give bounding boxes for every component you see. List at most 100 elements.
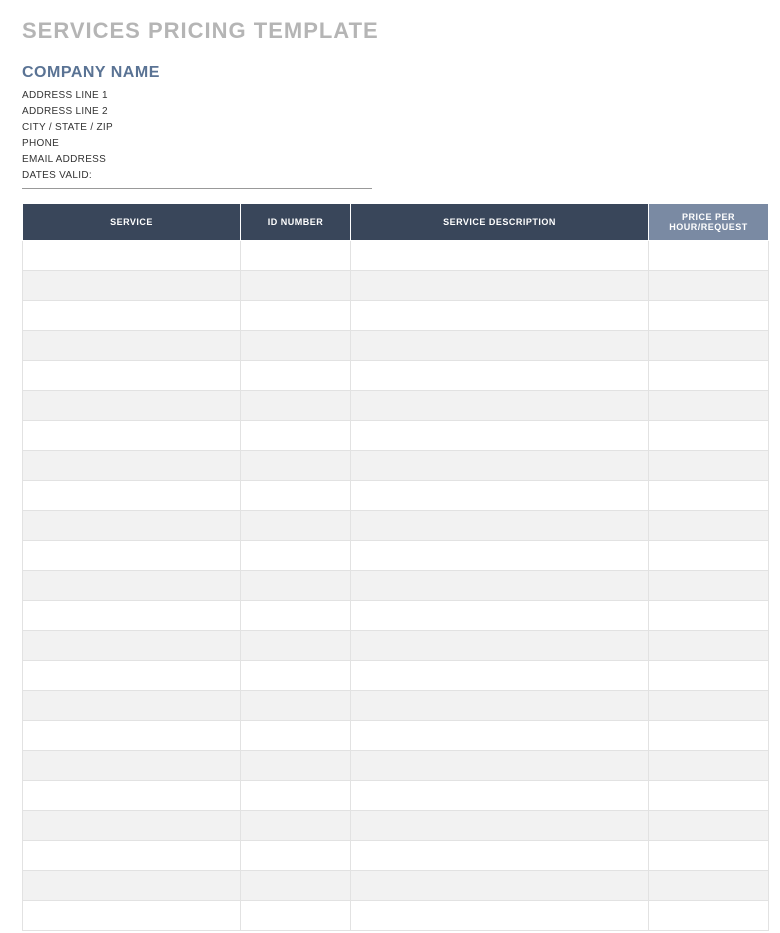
- cell-service: [23, 691, 241, 721]
- cell-price: [649, 781, 769, 811]
- cell-id_number: [241, 811, 351, 841]
- cell-price: [649, 511, 769, 541]
- cell-service: [23, 571, 241, 601]
- table-row: [23, 511, 769, 541]
- cell-id_number: [241, 541, 351, 571]
- table-row: [23, 301, 769, 331]
- cell-price: [649, 691, 769, 721]
- cell-id_number: [241, 271, 351, 301]
- page-title: SERVICES PRICING TEMPLATE: [22, 18, 770, 44]
- cell-price: [649, 241, 769, 271]
- cell-price: [649, 451, 769, 481]
- cell-id_number: [241, 871, 351, 901]
- cell-description: [351, 541, 649, 571]
- cell-service: [23, 301, 241, 331]
- table-row: [23, 871, 769, 901]
- pricing-table: SERVICE ID NUMBER SERVICE DESCRIPTION PR…: [22, 203, 769, 931]
- cell-description: [351, 751, 649, 781]
- phone: PHONE: [22, 136, 372, 152]
- cell-description: [351, 301, 649, 331]
- table-row: [23, 391, 769, 421]
- cell-price: [649, 571, 769, 601]
- cell-description: [351, 661, 649, 691]
- table-row: [23, 421, 769, 451]
- cell-service: [23, 721, 241, 751]
- cell-id_number: [241, 751, 351, 781]
- cell-description: [351, 901, 649, 931]
- header-id-number: ID NUMBER: [241, 204, 351, 241]
- table-header-row: SERVICE ID NUMBER SERVICE DESCRIPTION PR…: [23, 204, 769, 241]
- address-line-1: ADDRESS LINE 1: [22, 88, 372, 104]
- cell-price: [649, 481, 769, 511]
- city-state-zip: CITY / STATE / ZIP: [22, 120, 372, 136]
- cell-id_number: [241, 331, 351, 361]
- cell-price: [649, 271, 769, 301]
- cell-description: [351, 481, 649, 511]
- cell-service: [23, 781, 241, 811]
- table-row: [23, 601, 769, 631]
- header-service: SERVICE: [23, 204, 241, 241]
- cell-service: [23, 901, 241, 931]
- cell-description: [351, 391, 649, 421]
- cell-price: [649, 661, 769, 691]
- cell-service: [23, 841, 241, 871]
- cell-service: [23, 601, 241, 631]
- cell-price: [649, 391, 769, 421]
- cell-description: [351, 601, 649, 631]
- cell-service: [23, 271, 241, 301]
- cell-id_number: [241, 631, 351, 661]
- cell-id_number: [241, 691, 351, 721]
- cell-service: [23, 871, 241, 901]
- header-price: PRICE PER HOUR/REQUEST: [649, 204, 769, 241]
- cell-id_number: [241, 841, 351, 871]
- cell-price: [649, 751, 769, 781]
- cell-service: [23, 241, 241, 271]
- cell-description: [351, 331, 649, 361]
- cell-id_number: [241, 391, 351, 421]
- cell-price: [649, 871, 769, 901]
- cell-price: [649, 541, 769, 571]
- dates-valid: DATES VALID:: [22, 168, 372, 184]
- cell-service: [23, 631, 241, 661]
- cell-service: [23, 331, 241, 361]
- cell-service: [23, 481, 241, 511]
- cell-price: [649, 901, 769, 931]
- email-address: EMAIL ADDRESS: [22, 152, 372, 168]
- cell-price: [649, 811, 769, 841]
- cell-price: [649, 361, 769, 391]
- cell-description: [351, 691, 649, 721]
- table-row: [23, 331, 769, 361]
- table-row: [23, 241, 769, 271]
- cell-price: [649, 601, 769, 631]
- cell-price: [649, 301, 769, 331]
- cell-id_number: [241, 571, 351, 601]
- table-row: [23, 901, 769, 931]
- cell-description: [351, 871, 649, 901]
- table-row: [23, 481, 769, 511]
- cell-service: [23, 661, 241, 691]
- table-row: [23, 841, 769, 871]
- cell-description: [351, 241, 649, 271]
- cell-service: [23, 421, 241, 451]
- cell-price: [649, 331, 769, 361]
- cell-price: [649, 631, 769, 661]
- table-row: [23, 271, 769, 301]
- cell-id_number: [241, 601, 351, 631]
- cell-id_number: [241, 481, 351, 511]
- cell-description: [351, 721, 649, 751]
- cell-id_number: [241, 661, 351, 691]
- cell-id_number: [241, 361, 351, 391]
- cell-service: [23, 541, 241, 571]
- cell-id_number: [241, 511, 351, 541]
- cell-description: [351, 781, 649, 811]
- cell-id_number: [241, 421, 351, 451]
- table-row: [23, 781, 769, 811]
- cell-service: [23, 751, 241, 781]
- cell-description: [351, 571, 649, 601]
- address-line-2: ADDRESS LINE 2: [22, 104, 372, 120]
- table-row: [23, 541, 769, 571]
- cell-price: [649, 421, 769, 451]
- cell-description: [351, 811, 649, 841]
- cell-id_number: [241, 901, 351, 931]
- cell-id_number: [241, 721, 351, 751]
